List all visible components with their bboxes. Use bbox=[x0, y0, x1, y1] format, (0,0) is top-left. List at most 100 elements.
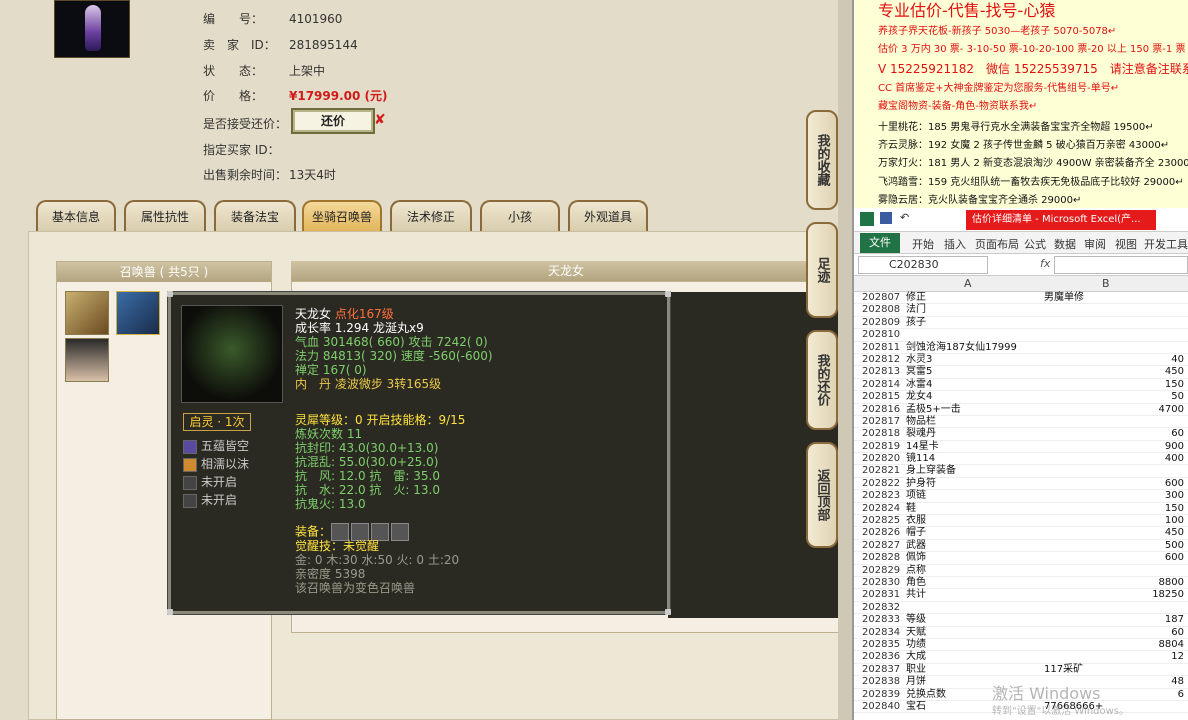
row-number[interactable]: 202813 bbox=[862, 366, 900, 378]
cell-b[interactable]: 600 bbox=[1165, 552, 1184, 564]
tab-basic-info[interactable]: 基本信息 bbox=[36, 200, 116, 232]
table-row[interactable]: 202829 点称 bbox=[854, 565, 1188, 577]
table-row[interactable]: 202823 项链 300 bbox=[854, 490, 1188, 503]
row-number[interactable]: 202823 bbox=[862, 490, 900, 502]
cell-a[interactable]: 修正 bbox=[906, 292, 926, 304]
row-number[interactable]: 202820 bbox=[862, 453, 900, 465]
cell-a[interactable]: 佩饰 bbox=[906, 552, 926, 564]
scrollbar[interactable] bbox=[838, 0, 852, 720]
cell-a[interactable]: 冰雷4 bbox=[906, 379, 932, 391]
cell-b[interactable]: 400 bbox=[1165, 453, 1184, 465]
cell-a[interactable]: 共计 bbox=[906, 589, 926, 601]
table-row[interactable]: 202818 裂魂丹 60 bbox=[854, 428, 1188, 441]
row-number[interactable]: 202834 bbox=[862, 627, 900, 639]
cell-a[interactable]: 鞋 bbox=[906, 503, 916, 515]
table-row[interactable]: 202826 帽子 450 bbox=[854, 527, 1188, 540]
table-row[interactable]: 202819 14星卡 900 bbox=[854, 441, 1188, 454]
fx-icon[interactable]: fx bbox=[1040, 257, 1050, 270]
table-row[interactable]: 202835 功绩 8804 bbox=[854, 639, 1188, 652]
cell-b[interactable]: 8800 bbox=[1159, 577, 1184, 589]
cell-b[interactable]: 150 bbox=[1165, 379, 1184, 391]
row-number[interactable]: 202816 bbox=[862, 404, 900, 416]
cell-a[interactable]: 身上穿装备 bbox=[906, 465, 956, 477]
cell-b[interactable]: 900 bbox=[1165, 441, 1184, 453]
table-row[interactable]: 202837 职业 117采矿 bbox=[854, 664, 1188, 677]
cell-a[interactable]: 武器 bbox=[906, 540, 926, 552]
row-number[interactable]: 202821 bbox=[862, 465, 900, 477]
table-row[interactable]: 202811 剑蚀沧海187女仙17999 bbox=[854, 342, 1188, 354]
tab-attributes[interactable]: 属性抗性 bbox=[124, 200, 206, 232]
cell-a[interactable]: 大成 bbox=[906, 651, 926, 663]
name-box[interactable]: C202830 bbox=[858, 256, 988, 274]
cell-b[interactable]: 117采矿 bbox=[1044, 664, 1083, 676]
cell-a[interactable]: 裂魂丹 bbox=[906, 428, 936, 440]
cell-a[interactable]: 等级 bbox=[906, 614, 926, 626]
cell-a[interactable]: 法门 bbox=[906, 304, 926, 316]
row-number[interactable]: 202836 bbox=[862, 651, 900, 663]
cell-b[interactable]: 40 bbox=[1171, 354, 1184, 366]
table-row[interactable]: 202807 修正 男魔单修 bbox=[854, 292, 1188, 305]
table-row[interactable]: 202821 身上穿装备 bbox=[854, 465, 1188, 478]
cell-b[interactable]: 60 bbox=[1171, 428, 1184, 440]
row-number[interactable]: 202818 bbox=[862, 428, 900, 440]
tab-appearance[interactable]: 外观道具 bbox=[568, 200, 648, 232]
tab-spell-correction[interactable]: 法术修正 bbox=[390, 200, 472, 232]
row-number[interactable]: 202812 bbox=[862, 354, 900, 366]
row-number[interactable]: 202824 bbox=[862, 503, 900, 515]
cell-a[interactable]: 龙女4 bbox=[906, 391, 932, 403]
row-number[interactable]: 202835 bbox=[862, 639, 900, 651]
cell-a[interactable]: 兑换点数 bbox=[906, 689, 946, 701]
cell-b[interactable]: 500 bbox=[1165, 540, 1184, 552]
cell-b[interactable]: 150 bbox=[1165, 503, 1184, 515]
table-row[interactable]: 202825 衣服 100 bbox=[854, 515, 1188, 528]
tab-equipment[interactable]: 装备法宝 bbox=[214, 200, 296, 232]
table-row[interactable]: 202830 角色 8800 bbox=[854, 577, 1188, 590]
table-row[interactable]: 202833 等级 187 bbox=[854, 614, 1188, 627]
cell-b[interactable]: 12 bbox=[1171, 651, 1184, 663]
cell-b[interactable]: 450 bbox=[1165, 527, 1184, 539]
ribbon-tab-review[interactable]: 审阅 bbox=[1084, 236, 1106, 252]
pet-thumb[interactable] bbox=[65, 291, 109, 335]
cell-b[interactable]: 60 bbox=[1171, 627, 1184, 639]
cell-a[interactable]: 孟极5+一击 bbox=[906, 404, 961, 416]
table-row[interactable]: 202812 水灵3 40 bbox=[854, 354, 1188, 367]
bargain-button[interactable]: 还价 bbox=[291, 108, 375, 134]
file-tab[interactable]: 文件 bbox=[860, 233, 900, 253]
my-bargains-button[interactable]: 我的还价 bbox=[806, 330, 838, 430]
cell-a[interactable]: 衣服 bbox=[906, 515, 926, 527]
cell-a[interactable]: 护身符 bbox=[906, 478, 936, 490]
ribbon-tab-home[interactable]: 开始 bbox=[912, 236, 934, 252]
cell-a[interactable]: 宝石 bbox=[906, 701, 926, 713]
cell-a[interactable]: 14星卡 bbox=[906, 441, 939, 453]
ribbon-tab-data[interactable]: 数据 bbox=[1054, 236, 1076, 252]
ribbon-tab-developer[interactable]: 开发工具 bbox=[1144, 236, 1188, 252]
cell-a[interactable]: 点称 bbox=[906, 565, 926, 577]
cell-a[interactable]: 镜114 bbox=[906, 453, 935, 465]
table-row[interactable]: 202817 物品栏 bbox=[854, 416, 1188, 429]
cell-b[interactable]: 男魔单修 bbox=[1044, 292, 1084, 304]
cell-a[interactable]: 职业 bbox=[906, 664, 926, 676]
row-number[interactable]: 202811 bbox=[862, 342, 900, 354]
cell-b[interactable]: 48 bbox=[1171, 676, 1184, 688]
cell-b[interactable]: 100 bbox=[1165, 515, 1184, 527]
cell-b[interactable]: 50 bbox=[1171, 391, 1184, 403]
formula-input[interactable] bbox=[1054, 256, 1188, 274]
ribbon-tab-page-layout[interactable]: 页面布局 bbox=[975, 236, 1019, 252]
table-row[interactable]: 202827 武器 500 bbox=[854, 540, 1188, 553]
column-b-header[interactable]: B bbox=[1102, 277, 1110, 290]
table-row[interactable]: 202836 大成 12 bbox=[854, 651, 1188, 664]
table-row[interactable]: 202814 冰雷4 150 bbox=[854, 379, 1188, 392]
row-number[interactable]: 202839 bbox=[862, 689, 900, 701]
table-row[interactable]: 202828 佩饰 600 bbox=[854, 552, 1188, 565]
table-row[interactable]: 202808 法门 bbox=[854, 304, 1188, 317]
row-number[interactable]: 202833 bbox=[862, 614, 900, 626]
pet-thumb-selected[interactable] bbox=[116, 291, 160, 335]
row-number[interactable]: 202817 bbox=[862, 416, 900, 428]
cell-a[interactable]: 剑蚀沧海187女仙17999 bbox=[906, 342, 1017, 354]
cell-b[interactable]: 8804 bbox=[1159, 639, 1184, 651]
ribbon-tab-formulas[interactable]: 公式 bbox=[1024, 236, 1046, 252]
cell-a[interactable]: 功绩 bbox=[906, 639, 926, 651]
cell-a[interactable]: 月饼 bbox=[906, 676, 926, 688]
footprint-button[interactable]: 足迹 bbox=[806, 222, 838, 318]
table-row[interactable]: 202824 鞋 150 bbox=[854, 503, 1188, 516]
